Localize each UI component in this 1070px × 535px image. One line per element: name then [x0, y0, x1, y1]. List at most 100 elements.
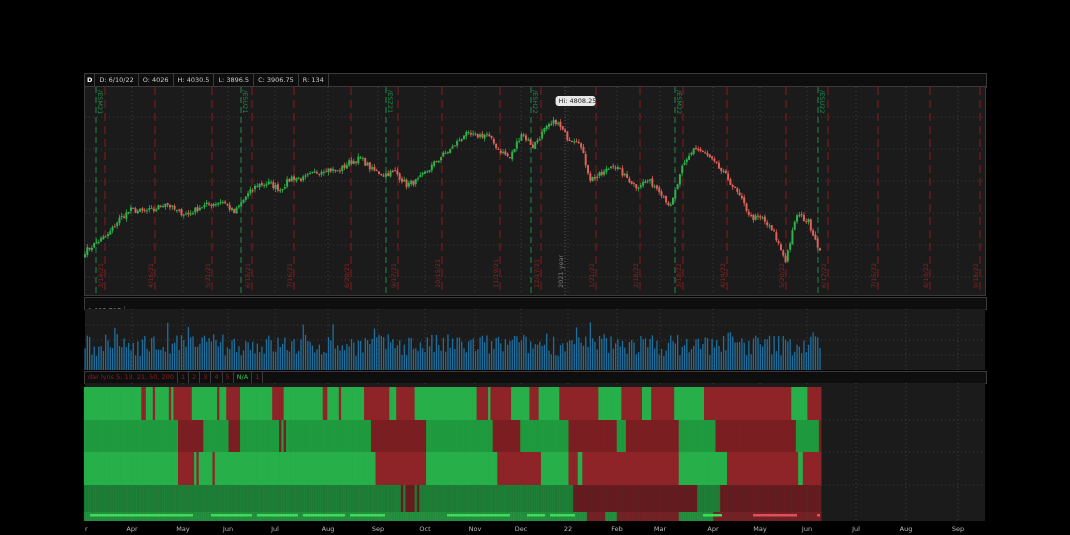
indicator-bar — [414, 512, 418, 521]
indicator-bar — [274, 452, 278, 485]
indicator-bar — [641, 420, 645, 452]
indicator-bar — [396, 512, 399, 521]
indicator-bar — [462, 420, 466, 452]
indicator-bar — [697, 452, 700, 485]
x-axis-label: Mar — [654, 525, 667, 533]
indicator-bar — [540, 485, 544, 512]
indicator-bar — [93, 452, 96, 485]
indicator-bar — [97, 420, 101, 452]
indicator-bar — [258, 420, 262, 452]
candle-body — [327, 168, 330, 173]
indicator-bar — [194, 420, 197, 452]
indicator-bar — [614, 485, 618, 512]
volume-bar — [171, 343, 173, 370]
indicator-bar — [731, 420, 735, 452]
indicator-bar — [380, 485, 383, 512]
indicator-bar — [497, 387, 500, 420]
volume-bar — [470, 339, 472, 370]
candle-body — [798, 214, 801, 217]
indicator-bar — [366, 452, 369, 485]
volume-bar — [465, 352, 467, 370]
indicator-bar — [674, 420, 677, 452]
candle-body — [492, 138, 495, 144]
indicator-bar — [398, 420, 402, 452]
indicator-bar — [619, 512, 622, 521]
candle-body — [582, 147, 585, 154]
candle-body — [462, 135, 465, 140]
indicator-bar — [807, 512, 810, 521]
indicator-bar — [499, 387, 503, 420]
indicator-bar — [681, 387, 684, 420]
candle-body — [658, 187, 661, 193]
indicator-bar — [547, 485, 551, 512]
indicator-bar — [465, 420, 468, 452]
indicator-bar — [265, 452, 268, 485]
indicator-bar — [412, 452, 415, 485]
indicator-bar — [292, 420, 296, 452]
indicator-bar — [122, 420, 126, 452]
indicator-bar — [788, 387, 792, 420]
candle-body — [784, 255, 787, 263]
indicator-bar — [481, 420, 484, 452]
candle-body — [692, 148, 695, 154]
indicator-bar — [573, 387, 576, 420]
indicator-bar — [543, 485, 546, 512]
candle-body — [132, 207, 135, 209]
indicator-bar — [173, 452, 177, 485]
volume-bar — [791, 355, 794, 370]
signal-segment — [303, 514, 345, 517]
indicator-bar — [122, 452, 126, 485]
indicator-bar — [345, 485, 349, 512]
indicator-bar — [320, 420, 324, 452]
indicator-bar — [635, 452, 638, 485]
indicator-bar — [621, 485, 624, 512]
volume-bar — [773, 336, 775, 370]
indicator-bar — [387, 485, 390, 512]
volume-bar — [552, 336, 555, 370]
candle-body — [221, 202, 224, 204]
indicator-bar — [159, 485, 163, 512]
indicator-bar — [639, 387, 643, 420]
indicator-bar — [118, 387, 121, 420]
indicator-bar — [754, 387, 758, 420]
indicator-bar — [515, 420, 519, 452]
price-chart[interactable]: /ESM21/ESU21/ESZ21/ESH22/ESM22/ESU223/19… — [0, 0, 1070, 535]
volume-bar — [261, 346, 263, 370]
indicator-bar — [600, 485, 604, 512]
indicator-bar — [768, 387, 771, 420]
candle-body — [141, 208, 144, 211]
indicator-bar — [710, 420, 714, 452]
volume-bar — [399, 340, 401, 370]
indicator-bar — [143, 452, 147, 485]
volume-bar — [325, 352, 327, 370]
indicator-bar — [141, 452, 144, 485]
indicator-bar — [253, 387, 257, 420]
event-label: 12/17/21 — [533, 259, 541, 288]
indicator-bar — [616, 387, 620, 420]
x-axis-label-partial: r — [85, 525, 88, 533]
indicator-bar — [432, 512, 436, 521]
indicator-bar — [800, 420, 804, 452]
indicator-bar — [389, 485, 392, 512]
indicator-bar — [485, 452, 489, 485]
volume-bar — [624, 347, 626, 370]
indicator-bar — [701, 452, 705, 485]
candle-body — [272, 182, 275, 189]
volume-bar — [640, 336, 642, 370]
indicator-bar — [476, 452, 480, 485]
candle-body — [373, 166, 376, 171]
indicator-bar — [389, 512, 392, 521]
indicator-bar — [708, 420, 712, 452]
indicator-bar — [798, 420, 801, 452]
volume-bar — [631, 339, 633, 370]
indicator-bar — [226, 485, 229, 512]
candle-body — [343, 164, 346, 168]
indicator-bar — [545, 420, 549, 452]
candle-body — [706, 153, 709, 156]
indicator-bar — [465, 387, 468, 420]
indicator-bar — [708, 387, 712, 420]
volume-bar — [571, 340, 573, 370]
indicator-bar — [329, 420, 333, 452]
indicator-bar — [118, 452, 121, 485]
indicator-bar — [472, 485, 475, 512]
